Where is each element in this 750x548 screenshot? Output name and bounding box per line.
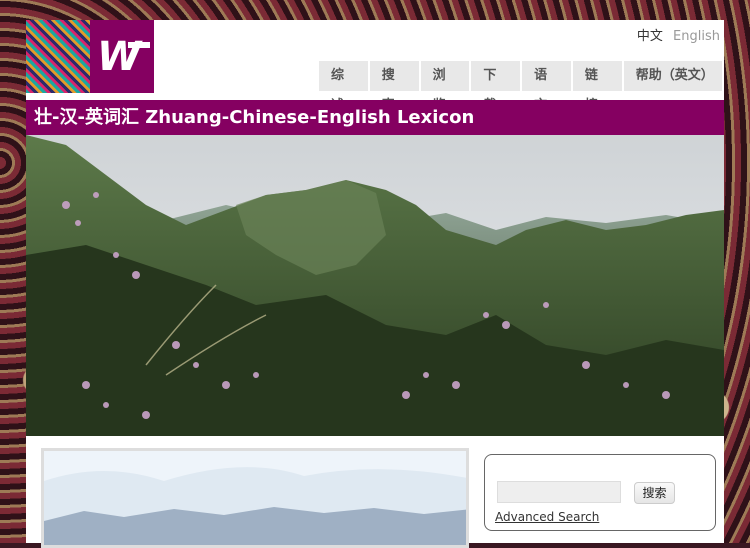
nav-item-links[interactable]: 链接: [572, 61, 622, 113]
nav-item-download[interactable]: 下载: [471, 61, 521, 113]
search-button[interactable]: 搜索: [634, 482, 675, 504]
logo-w-mark: W: [90, 20, 154, 93]
nav-item-help[interactable]: 帮助（英文）: [623, 61, 722, 91]
advanced-search-link[interactable]: Advanced Search: [495, 510, 599, 524]
search-input[interactable]: [497, 481, 621, 503]
logo-pattern: [26, 20, 90, 93]
hero-landscape-svg: [26, 135, 724, 436]
content-area: 搜索 Advanced Search: [26, 436, 724, 548]
language-switcher: 中文 English: [637, 25, 720, 44]
site-logo[interactable]: W: [26, 20, 154, 93]
lang-en-link[interactable]: English: [673, 29, 720, 44]
lang-zh-link[interactable]: 中文: [637, 29, 663, 44]
nav-item-browse[interactable]: 浏览: [420, 61, 470, 113]
page-title: 壮-汉-英词汇 Zhuang-Chinese-English Lexicon: [34, 107, 475, 128]
thumbnail-svg: [44, 451, 466, 545]
feature-thumbnail-image: [41, 448, 469, 548]
nav-item-overview[interactable]: 综述: [319, 61, 368, 113]
main-nav: 综述 搜索 浏览 下载 语言 链接 帮助（英文）: [319, 61, 724, 113]
logo-bar: [128, 42, 150, 48]
nav-item-search[interactable]: 搜索: [369, 61, 419, 113]
hero-landscape-image: [26, 135, 724, 436]
nav-item-language[interactable]: 语言: [522, 61, 571, 113]
search-panel: 搜索 Advanced Search: [484, 454, 716, 531]
title-banner: 壮-汉-英词汇 Zhuang-Chinese-English Lexicon: [26, 100, 724, 135]
page-container: W 中文 English 综述 搜索 浏览 下载 语言 链接 帮助（英文） 壮-…: [26, 20, 724, 548]
